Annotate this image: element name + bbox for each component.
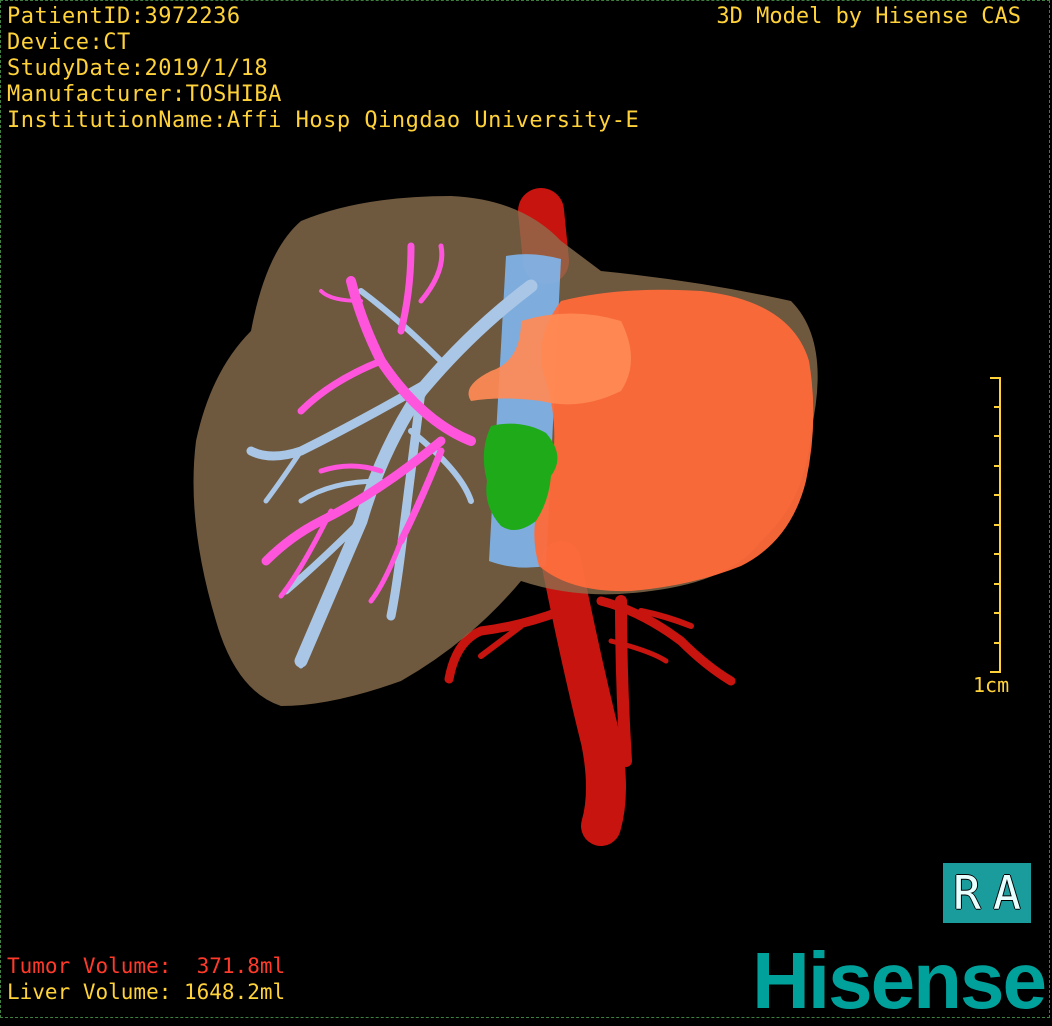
manufacturer-text: Manufacturer:TOSHIBA [7, 82, 282, 107]
study-date-text: StudyDate:2019/1/18 [7, 56, 269, 81]
scale-bar-label: 1cm [973, 673, 1010, 697]
orientation-right-letter: A [993, 866, 1021, 920]
patient-id-text: PatientID:3972236 [7, 4, 241, 29]
3d-viewport[interactable]: PatientID:3972236 Device:CT StudyDate:20… [0, 0, 1051, 1025]
hisense-logo: Hisense [752, 936, 1047, 1025]
orientation-marker[interactable]: R A [943, 863, 1031, 923]
device-text: Device:CT [7, 30, 131, 55]
institution-text: InstitutionName:Affi Hosp Qingdao Univer… [7, 108, 640, 133]
scale-bar [990, 377, 1001, 673]
liver-3d-model[interactable] [1, 1, 1051, 1019]
liver-volume-text: Liver Volume: 1648.2ml [7, 980, 286, 1004]
model-credit-text: 3D Model by Hisense CAS [716, 4, 1021, 29]
tumor-volume-text: Tumor Volume: 371.8ml [7, 954, 286, 978]
orientation-left-letter: R [953, 866, 981, 920]
